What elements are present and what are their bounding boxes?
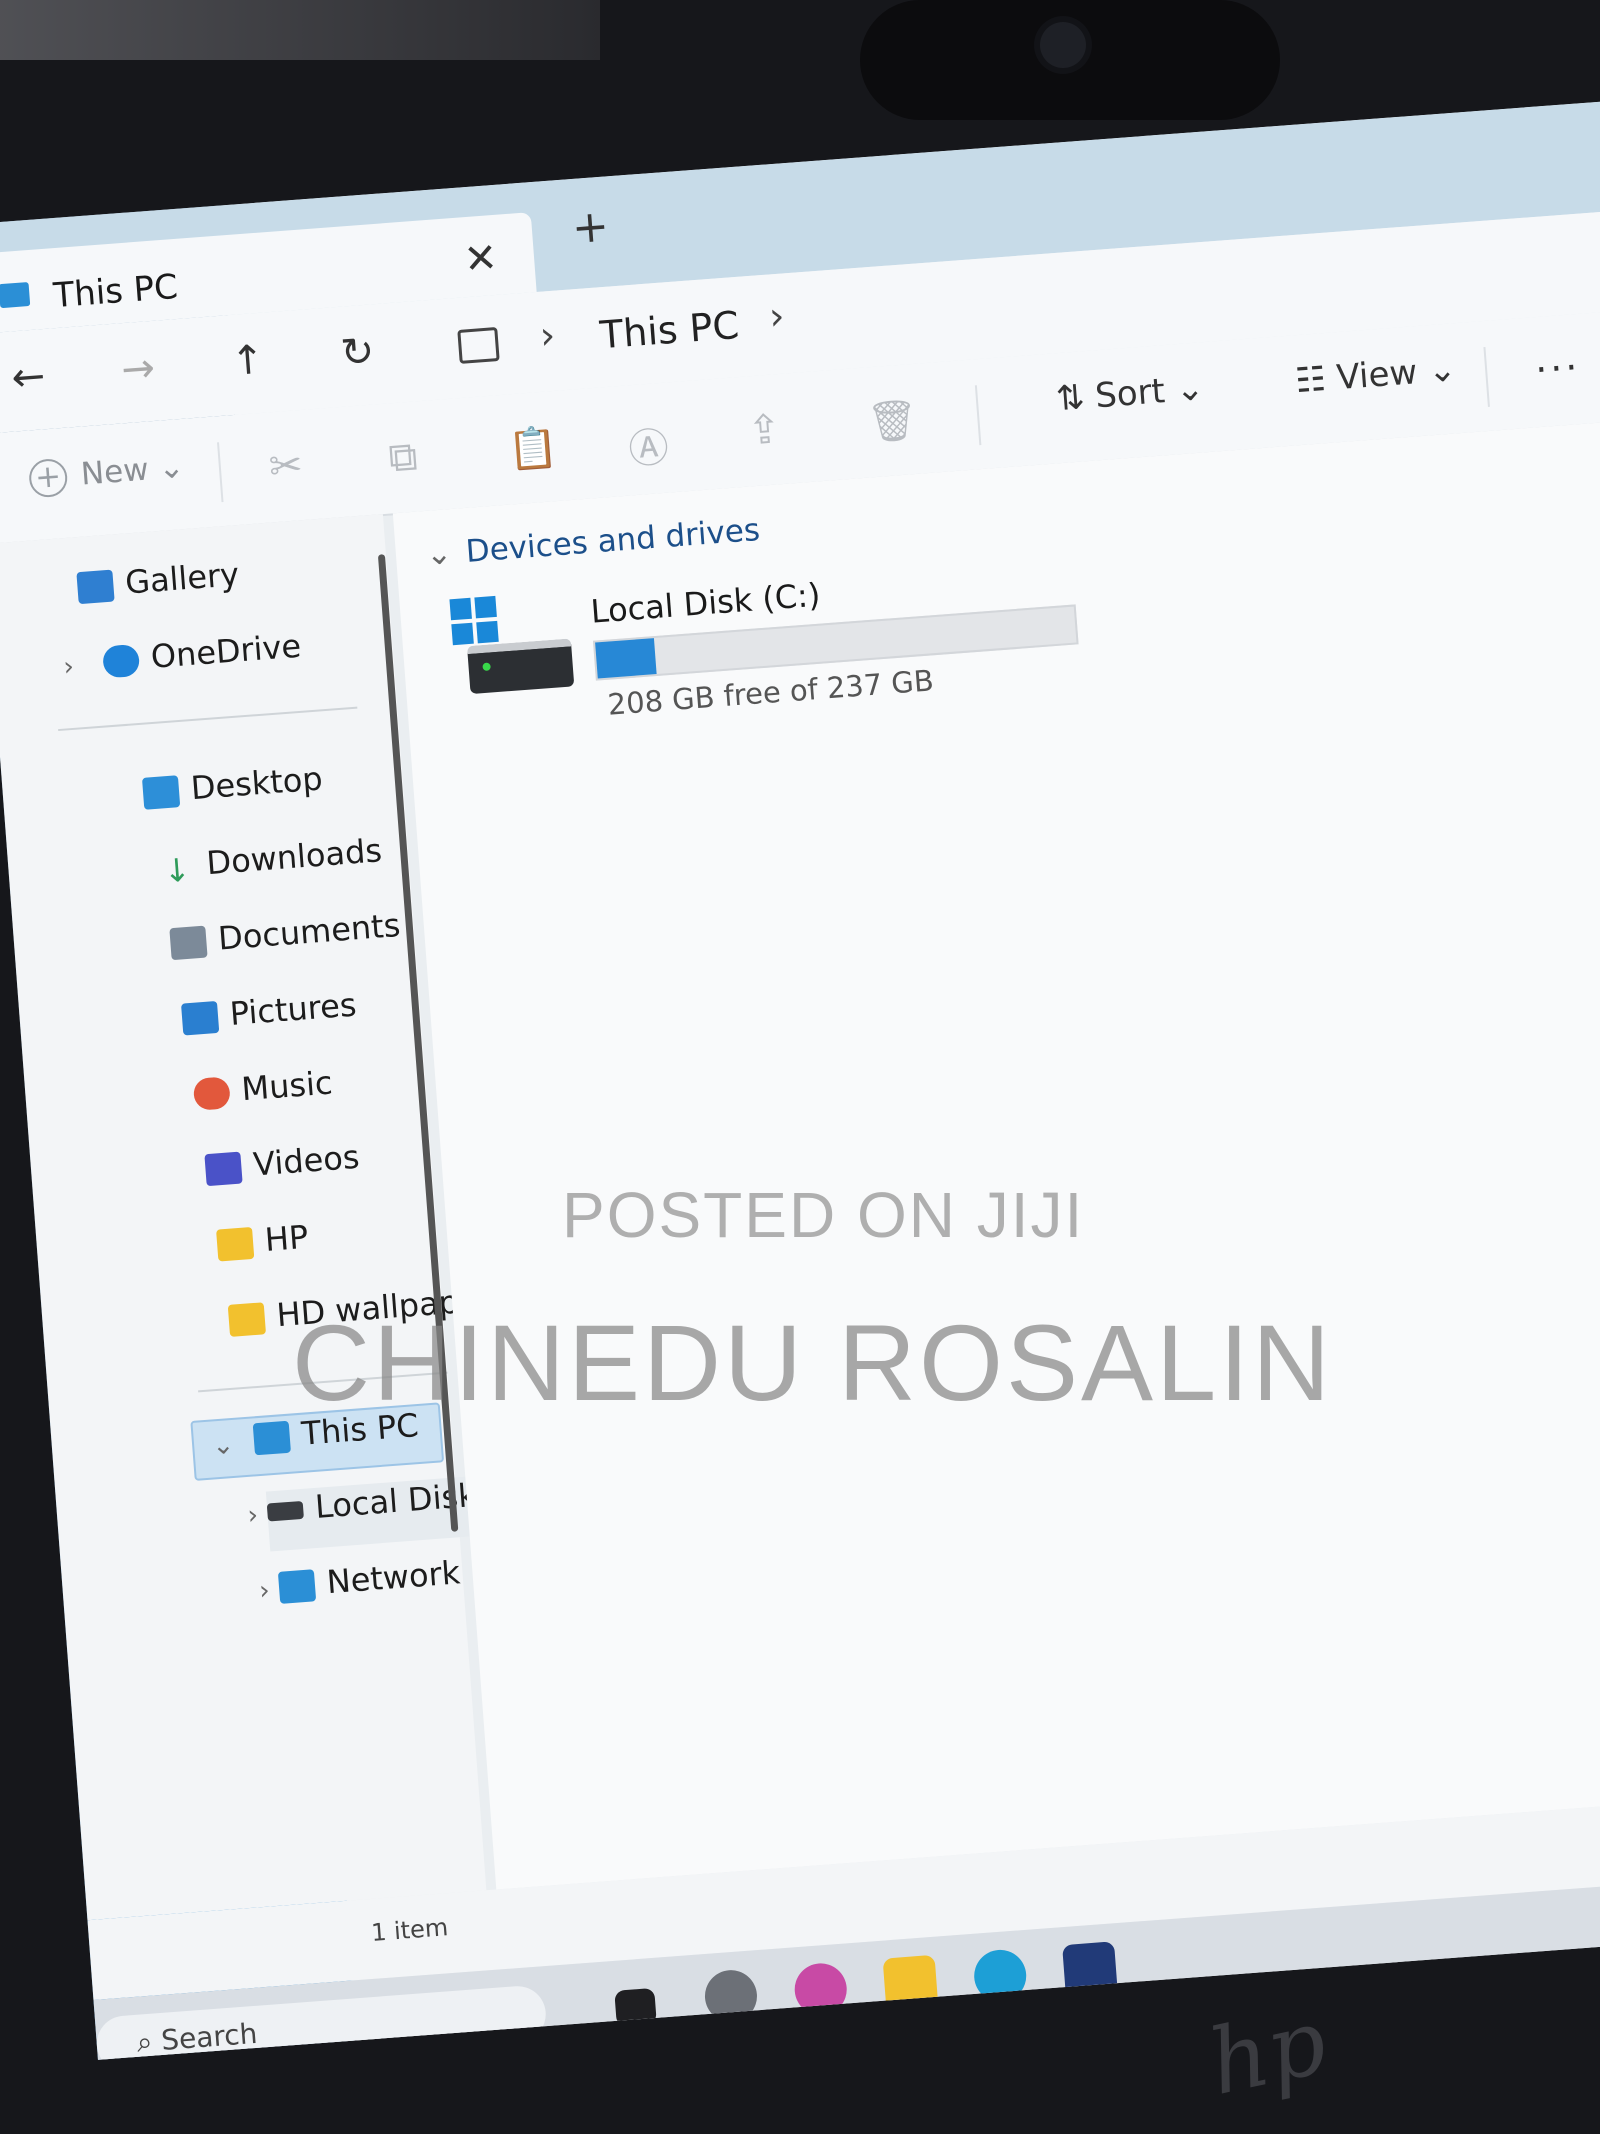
cut-icon[interactable]: ✂ [267,442,304,490]
sidebar-item-label: Music [240,1063,334,1109]
content-pane: ⌄ Devices and drives Local Disk (C:) 208 … [392,415,1600,1890]
sidebar-item-desktop[interactable]: Desktop📌 [141,750,475,832]
background-strip [0,0,600,60]
sort-button[interactable]: ⇅ Sort ⌄ [1055,368,1206,419]
sort-icon: ⇅ [1054,376,1097,420]
file-explorer-icon[interactable] [882,1954,939,2011]
drive-tile-local-disk[interactable]: Local Disk (C:) 208 GB free of 237 GB [449,553,1079,739]
back-icon[interactable]: ← [10,353,47,401]
chevron-right-icon[interactable]: › [246,1500,259,1531]
watermark-line2: CHINEDU ROSALIN [292,1302,1334,1423]
chevron-right-icon[interactable]: › [538,313,556,358]
chevron-down-icon: ⌄ [1426,349,1458,392]
document-icon [169,925,208,961]
sidebar-item-videos[interactable]: Videos📌 [204,1126,538,1209]
divider [1483,346,1490,407]
widgets-icon[interactable] [703,1968,759,2025]
music-icon [192,1076,231,1111]
divider [217,442,224,503]
refresh-icon[interactable]: ↻ [339,328,376,376]
webcam-bar [860,0,1280,120]
sidebar-item-label: Gallery [123,555,241,602]
drive-icon [266,1500,304,1522]
search-icon: ⌕ [135,2024,163,2059]
up-icon[interactable]: ↑ [229,337,266,385]
hp-logo: hp [1200,1989,1336,2116]
plus-icon: + [27,457,69,499]
sidebar-item-label: Desktop [189,759,324,808]
search-label: Search [160,2016,259,2057]
folder-icon [227,1302,267,1337]
new-button[interactable]: + New ⌄ [27,448,186,499]
photo-scene: This PC ✕ + ← → ↑ ↻ › This PC › + New ⌄ ✂… [0,0,1600,2134]
chevron-down-icon[interactable]: ⌄ [425,535,454,573]
divider [58,706,358,732]
view-button[interactable]: ☷ View ⌄ [1294,349,1458,401]
chevron-down-icon: ⌄ [1174,368,1206,411]
sidebar-item-label: Videos [251,1137,361,1184]
sidebar-item-label: Downloads [205,831,384,883]
chevron-down-icon[interactable]: ⌄ [211,1430,235,1462]
view-label: View [1335,352,1419,399]
sidebar-item-documents[interactable]: Documents📌 [169,900,503,983]
sidebar-item-label: Documents [216,906,402,958]
desktop-icon [141,775,181,810]
view-icon: ☷ [1293,358,1339,402]
more-options-button[interactable]: ... [1533,334,1581,381]
sidebar-item-gallery[interactable]: Gallery [76,555,242,627]
forward-icon[interactable]: → [120,345,157,393]
sidebar-item-music[interactable]: Music📌 [192,1051,526,1134]
sidebar-item-label: OneDrive [149,626,303,676]
pictures-icon [181,1000,220,1036]
sidebar-item-label: Network [325,1553,462,1602]
chevron-down-icon: ⌄ [156,448,186,487]
taskbar-search[interactable]: ⌕ Search [94,1984,548,2060]
chevron-right-icon[interactable]: › [767,294,785,339]
sidebar-item-onedrive[interactable]: › OneDrive [62,626,304,702]
section-devices-and-drives[interactable]: ⌄ Devices and drives [425,512,762,573]
divider [974,385,982,446]
drive-name: Local Disk (C:) [589,575,822,631]
breadcrumb-this-pc[interactable]: This PC [598,303,740,357]
drive-usage-fill [595,638,657,679]
pc-icon [0,282,31,309]
sidebar-item-label: Pictures [228,985,358,1033]
rename-icon[interactable]: Ⓐ [626,415,670,476]
sidebar-item-hp[interactable]: HP [216,1218,312,1285]
download-icon: ↓ [162,850,192,891]
tab-title: This PC [52,266,180,317]
edge-icon[interactable] [972,1948,1029,2004]
windows-logo-icon [449,595,499,646]
watermark-line1: POSTED ON JIJI [562,1179,1085,1251]
network-icon [277,1569,317,1604]
gallery-icon [76,569,115,605]
sort-label: Sort [1093,371,1167,417]
sidebar-item-pictures[interactable]: Pictures📌 [181,976,514,1059]
monitor-icon [457,327,500,364]
chevron-right-icon[interactable]: › [62,652,75,683]
close-tab-icon[interactable]: ✕ [462,235,499,283]
sidebar-item-network[interactable]: › Network [258,1553,464,1626]
videos-icon [204,1151,243,1187]
share-icon[interactable]: ⇪ [746,406,783,454]
task-view-icon[interactable] [614,1987,657,2027]
folder-icon [216,1226,255,1262]
new-tab-icon[interactable]: + [570,200,611,254]
laptop-screen: This PC ✕ + ← → ↑ ↻ › This PC › + New ⌄ ✂… [0,96,1600,2060]
delete-icon[interactable]: 🗑 [866,396,920,447]
paste-icon[interactable]: 📋 [507,423,560,474]
store-icon[interactable] [1062,1941,1118,1998]
sidebar-item-downloads[interactable]: ↓Downloads📌 [157,825,491,908]
cloud-icon [102,643,141,679]
section-title: Devices and drives [464,511,762,570]
new-label: New [79,451,150,493]
pc-icon [252,1420,291,1456]
copilot-icon[interactable] [792,1961,849,2018]
webcam-lens [1040,22,1086,68]
copy-icon[interactable]: ⧉ [387,433,419,481]
item-count: 1 item [370,1913,450,1947]
chevron-right-icon[interactable]: › [258,1576,271,1607]
sidebar-item-label: HP [263,1217,310,1259]
